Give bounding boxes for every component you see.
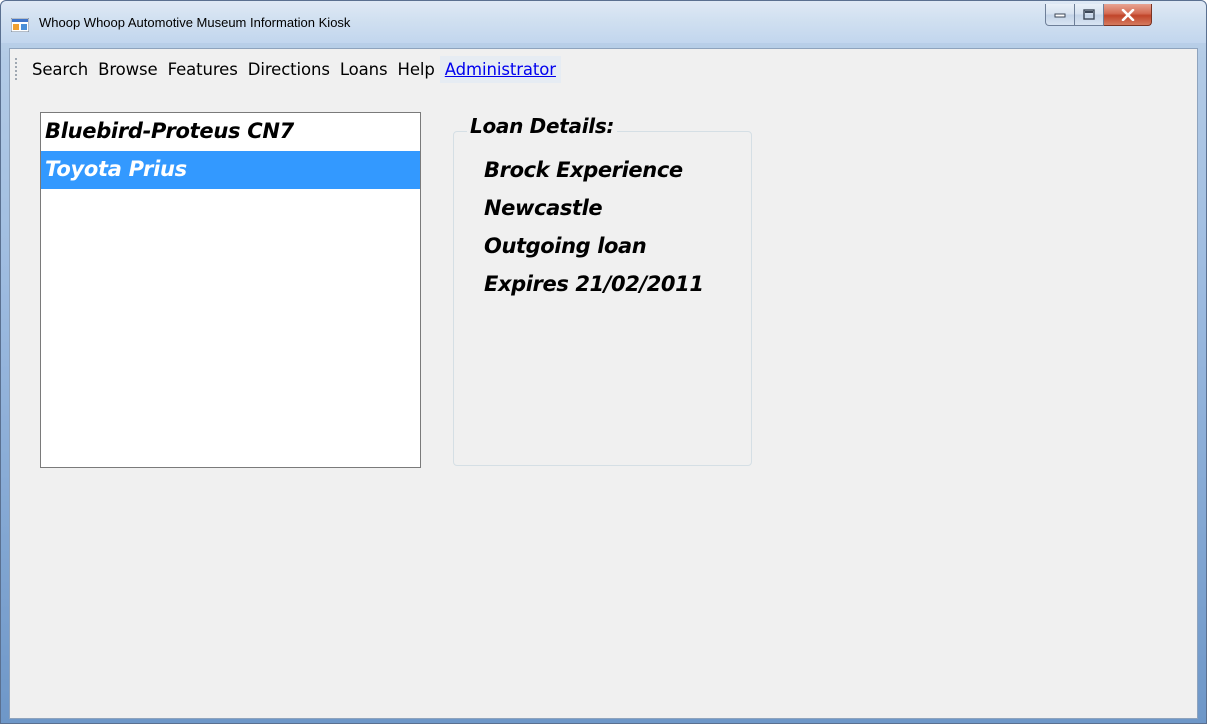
- exhibit-listbox[interactable]: Bluebird-Proteus CN7 Toyota Prius: [40, 112, 421, 468]
- loan-details-heading: Loan Details:: [467, 114, 618, 138]
- menu-browse[interactable]: Browse: [93, 56, 162, 83]
- maximize-button[interactable]: [1075, 4, 1104, 26]
- title-bar[interactable]: Whoop Whoop Automotive Museum Informatio…: [1, 1, 1206, 43]
- menu-search[interactable]: Search: [27, 56, 93, 83]
- list-item[interactable]: Bluebird-Proteus CN7: [41, 113, 420, 151]
- menu-help[interactable]: Help: [393, 56, 440, 83]
- menu-administrator-link[interactable]: Administrator: [439, 55, 561, 83]
- window-title: Whoop Whoop Automotive Museum Informatio…: [39, 15, 351, 30]
- loan-details-groupbox: Loan Details: Brock Experience Newcastle…: [453, 114, 752, 466]
- loan-detail-venue: Brock Experience: [484, 158, 683, 182]
- loan-detail-expiry: Expires 21/02/2011: [484, 272, 704, 296]
- menu-directions[interactable]: Directions: [243, 56, 335, 83]
- list-item-selected[interactable]: Toyota Prius: [41, 151, 420, 189]
- client-area: Search Browse Features Directions Loans …: [9, 48, 1198, 719]
- close-icon: [1121, 8, 1134, 21]
- minimize-button[interactable]: [1045, 4, 1075, 26]
- menu-features[interactable]: Features: [163, 56, 243, 83]
- app-form-icon[interactable]: [10, 17, 30, 33]
- toolstrip-grip-icon[interactable]: [14, 57, 18, 81]
- minimize-icon: [1054, 13, 1066, 17]
- menu-bar: Search Browse Features Directions Loans …: [10, 49, 1197, 89]
- menu-loans[interactable]: Loans: [335, 56, 393, 83]
- close-button[interactable]: [1104, 4, 1152, 26]
- maximize-icon: [1083, 9, 1095, 20]
- loan-detail-type: Outgoing loan: [484, 234, 647, 258]
- application-window: Whoop Whoop Automotive Museum Informatio…: [0, 0, 1207, 724]
- loan-detail-location: Newcastle: [484, 196, 603, 220]
